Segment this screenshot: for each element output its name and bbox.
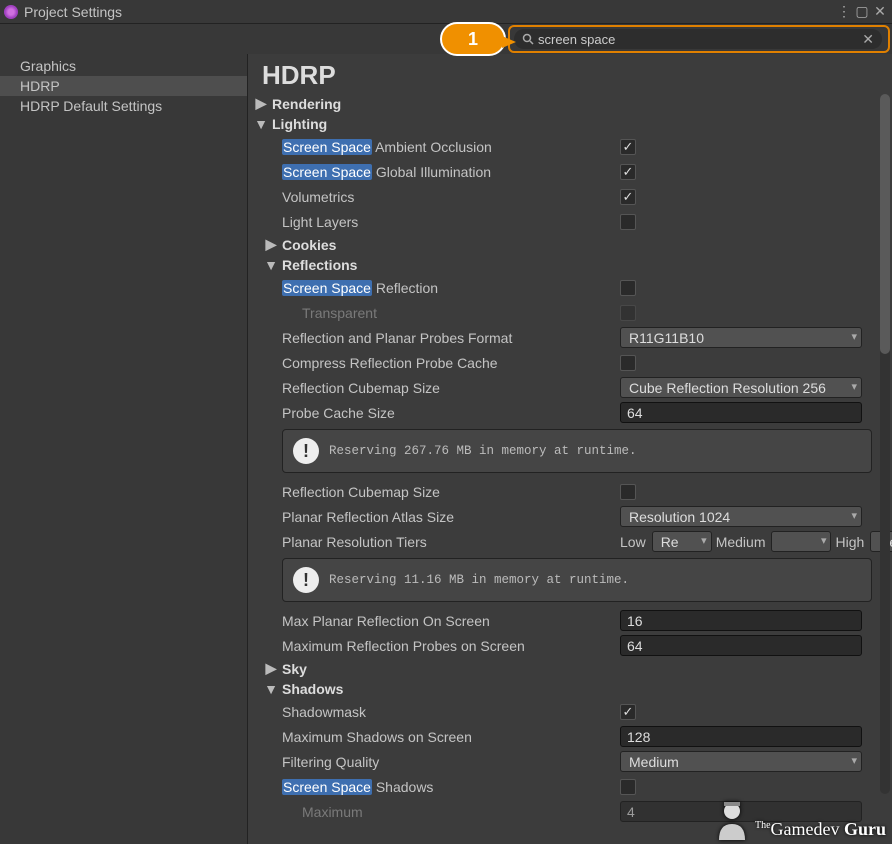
checkbox-compress-cache[interactable] [620, 355, 636, 371]
checkbox-shadowmask[interactable] [620, 704, 636, 720]
checkbox-volumetrics[interactable] [620, 189, 636, 205]
section-cookies[interactable]: ▶Cookies [248, 234, 892, 255]
dropdown-tier-medium[interactable] [771, 531, 831, 552]
panel-title: HDRP [248, 54, 892, 93]
tier-high-label: High [835, 534, 864, 550]
info-box-2: ! Reserving 11.16 MB in memory at runtim… [282, 558, 872, 602]
label-shadowmask: Shadowmask [282, 704, 620, 720]
input-probe-cache[interactable] [620, 402, 862, 423]
checkbox-ss-shadows[interactable] [620, 779, 636, 795]
info-box-1: ! Reserving 267.76 MB in memory at runti… [282, 429, 872, 473]
tier-medium-label: Medium [716, 534, 766, 550]
label-ss-ao: Screen Space Ambient Occlusion [282, 139, 620, 155]
label-planar-atlas: Planar Reflection Atlas Size [282, 509, 620, 525]
dropdown-refl-cubemap[interactable]: Cube Reflection Resolution 256 [620, 377, 862, 398]
search-box[interactable]: ✕ [514, 29, 882, 49]
label-max-shadows: Maximum Shadows on Screen [282, 729, 620, 745]
info-msg-1: Reserving 267.76 MB in memory at runtime… [329, 444, 637, 458]
window-title: Project Settings [24, 4, 122, 20]
settings-gear-icon [4, 5, 18, 19]
input-max-probes[interactable] [620, 635, 862, 656]
checkbox-transparent[interactable] [620, 305, 636, 321]
sidebar-item-hdrp[interactable]: HDRP [0, 76, 247, 96]
info-icon: ! [293, 567, 319, 593]
label-ss-shadows: Screen Space Shadows [282, 779, 620, 795]
settings-content: HDRP ▶Rendering ▼Lighting Screen Space A… [248, 54, 892, 844]
label-refl-cubemap-2: Reflection Cubemap Size [282, 484, 620, 500]
info-icon: ! [293, 438, 319, 464]
label-refl-cubemap: Reflection Cubemap Size [282, 380, 620, 396]
checkbox-ss-gi[interactable] [620, 164, 636, 180]
sidebar-item-graphics[interactable]: Graphics [0, 56, 247, 76]
window-menu-icon[interactable]: ⋮ [836, 4, 852, 20]
callout-badge: 1 [440, 22, 506, 56]
scrollbar[interactable] [880, 94, 890, 794]
info-msg-2: Reserving 11.16 MB in memory at runtime. [329, 573, 629, 587]
label-max-probes: Maximum Reflection Probes on Screen [282, 638, 620, 654]
window-maximize-icon[interactable]: ▢ [854, 4, 870, 20]
label-ss-gi: Screen Space Global Illumination [282, 164, 620, 180]
checkbox-refl-cubemap-2[interactable] [620, 484, 636, 500]
search-icon [522, 33, 534, 45]
checkbox-light-layers[interactable] [620, 214, 636, 230]
search-input[interactable] [538, 32, 862, 47]
section-shadows[interactable]: ▼Shadows [248, 679, 892, 699]
input-max-planar[interactable] [620, 610, 862, 631]
label-ss-reflection: Screen Space Reflection [282, 280, 620, 296]
section-lighting[interactable]: ▼Lighting [248, 114, 892, 134]
watermark: TheGamedev Guru [715, 798, 886, 840]
window-close-icon[interactable]: ✕ [872, 4, 888, 20]
input-max-shadows[interactable] [620, 726, 862, 747]
label-probe-cache: Probe Cache Size [282, 405, 620, 421]
sidebar-item-hdrp-default[interactable]: HDRP Default Settings [0, 96, 247, 116]
search-row: 1 ✕ [0, 24, 892, 54]
label-filter-quality: Filtering Quality [282, 754, 620, 770]
label-refl-planar-format: Reflection and Planar Probes Format [282, 330, 620, 346]
dropdown-planar-atlas[interactable]: Resolution 1024 [620, 506, 862, 527]
label-planar-tiers: Planar Resolution Tiers [282, 534, 620, 550]
label-light-layers: Light Layers [282, 214, 620, 230]
section-rendering[interactable]: ▶Rendering [248, 93, 892, 114]
label-maximum-trunc: Maximum [302, 804, 620, 820]
tier-low-label: Low [620, 534, 646, 550]
checkbox-ss-ao[interactable] [620, 139, 636, 155]
dropdown-refl-planar-format[interactable]: R11G11B10 [620, 327, 862, 348]
label-volumetrics: Volumetrics [282, 189, 620, 205]
clear-search-icon[interactable]: ✕ [862, 31, 874, 48]
label-transparent: Transparent [302, 305, 620, 321]
planar-tiers-group: Low Re Medium High Re [620, 531, 892, 552]
checkbox-ss-reflection[interactable] [620, 280, 636, 296]
title-bar: Project Settings ⋮ ▢ ✕ [0, 0, 892, 24]
scrollbar-thumb[interactable] [880, 94, 890, 354]
watermark-avatar-icon [715, 798, 749, 840]
settings-sidebar: Graphics HDRP HDRP Default Settings [0, 54, 248, 844]
dropdown-tier-low[interactable]: Re [652, 531, 712, 552]
label-compress-cache: Compress Reflection Probe Cache [282, 355, 620, 371]
section-sky[interactable]: ▶Sky [248, 658, 892, 679]
label-max-planar: Max Planar Reflection On Screen [282, 613, 620, 629]
dropdown-filter-quality[interactable]: Medium [620, 751, 862, 772]
section-reflections[interactable]: ▼Reflections [248, 255, 892, 275]
